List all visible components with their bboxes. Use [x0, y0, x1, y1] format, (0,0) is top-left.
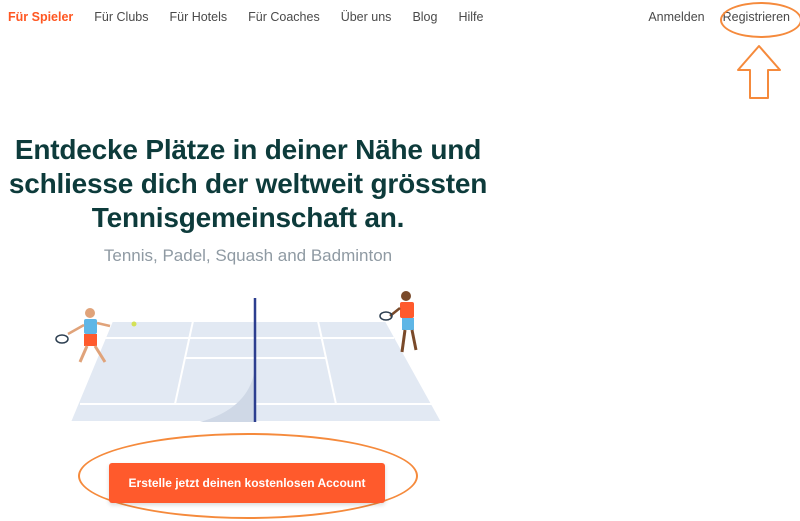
hero-title-line-2: schliesse dich der weltweit grössten — [8, 168, 488, 199]
hero-title-line-1: Entdecke Plätze in deiner Nähe und — [14, 134, 482, 165]
hero-subtitle: Tennis, Padel, Squash and Badminton — [103, 246, 393, 265]
tennis-court-illustration-icon — [55, 291, 444, 423]
nav-link-ueber-uns[interactable]: Über uns — [341, 10, 392, 24]
nav-link-hilfe[interactable]: Hilfe — [458, 10, 483, 24]
top-navigation: Für Spieler Für Clubs Für Hotels Für Coa… — [0, 0, 800, 34]
login-link[interactable]: Anmelden — [648, 10, 704, 24]
nav-link-fuer-clubs[interactable]: Für Clubs — [94, 10, 148, 24]
register-highlight-ellipse — [720, 2, 800, 38]
up-arrow-annotation-icon — [737, 45, 781, 99]
nav-link-fuer-hotels[interactable]: Für Hotels — [169, 10, 227, 24]
nav-link-fuer-spieler[interactable]: Für Spieler — [8, 10, 73, 24]
nav-link-blog[interactable]: Blog — [412, 10, 437, 24]
nav-link-fuer-coaches[interactable]: Für Coaches — [248, 10, 320, 24]
hero-title: Entdecke Plätze in deiner Nähe und schli… — [0, 133, 496, 235]
hero-title-line-3: Tennisgemeinschaft an. — [91, 202, 405, 233]
create-account-button[interactable]: Erstelle jetzt deinen kostenlosen Accoun… — [109, 463, 385, 503]
nav-main-links: Für Spieler Für Clubs Für Hotels Für Coa… — [8, 10, 483, 24]
